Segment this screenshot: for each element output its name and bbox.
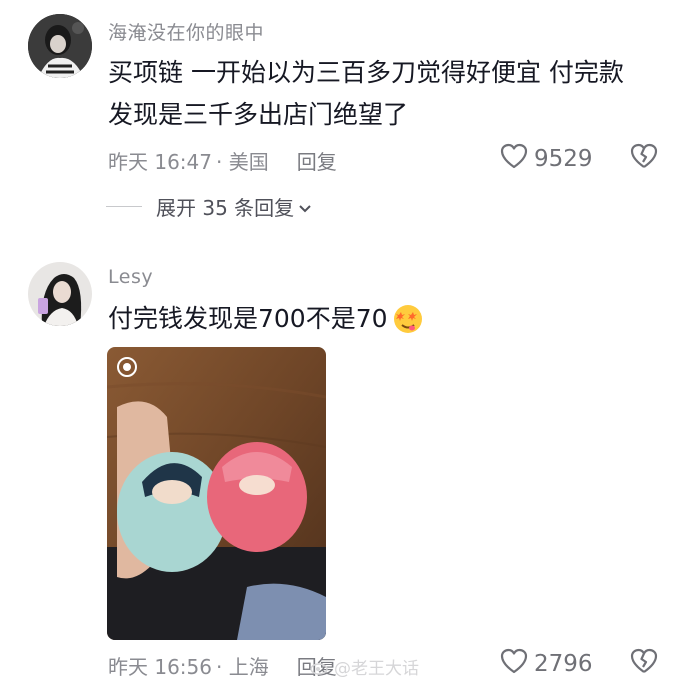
- expand-replies-label: 展开 35 条回复: [156, 196, 295, 220]
- comment-text-line-2: 发现是三千多出店门绝望了: [108, 100, 409, 129]
- username[interactable]: Lesy: [108, 266, 153, 288]
- comment-time: 昨天 16:56: [108, 655, 212, 679]
- like-button[interactable]: 9529: [500, 143, 593, 175]
- broken-heart-icon: [630, 143, 658, 173]
- username[interactable]: 海淹没在你的眼中: [108, 18, 264, 45]
- watermark: @老王大话: [310, 654, 419, 679]
- like-button[interactable]: 2796: [500, 648, 593, 680]
- comment-location: · 上海: [216, 655, 269, 679]
- comment-text: 付完钱发现是700不是70: [108, 298, 668, 340]
- comment-item: 海淹没在你的眼中 买项链 一开始以为三百多刀觉得好便宜 付完款 发现是三千多出店…: [0, 0, 690, 240]
- expand-replies-button[interactable]: 展开 35 条回复: [106, 192, 312, 221]
- avatar[interactable]: [28, 262, 92, 326]
- broken-heart-icon: [630, 648, 658, 678]
- comment-meta: 昨天 16:56 · 上海 回复: [108, 651, 337, 680]
- watermark-text: @老王大话: [334, 659, 419, 679]
- heart-icon: [500, 143, 534, 175]
- divider: [106, 206, 142, 207]
- dizzy-face-emoji-icon: [392, 303, 424, 335]
- comment-photo[interactable]: [107, 347, 326, 640]
- comment-meta: 昨天 16:47 · 美国 回复: [108, 146, 337, 175]
- comment-item: Lesy 付完钱发现是700不是70: [0, 250, 690, 688]
- like-count: 2796: [534, 651, 593, 677]
- dislike-button[interactable]: [630, 648, 658, 678]
- dislike-button[interactable]: [630, 143, 658, 173]
- comment-time: 昨天 16:47: [108, 150, 212, 174]
- comment-text-line-1: 买项链 一开始以为三百多刀觉得好便宜 付完款: [108, 58, 624, 87]
- comment-location: · 美国: [216, 150, 269, 174]
- reply-button[interactable]: 回复: [297, 146, 337, 175]
- chevron-down-icon: [298, 195, 312, 219]
- avatar[interactable]: [28, 14, 92, 78]
- like-count: 9529: [534, 146, 593, 172]
- heart-icon: [500, 648, 534, 680]
- comment-text-content: 付完钱发现是700不是70: [108, 304, 388, 333]
- weibo-logo-icon: [310, 659, 330, 675]
